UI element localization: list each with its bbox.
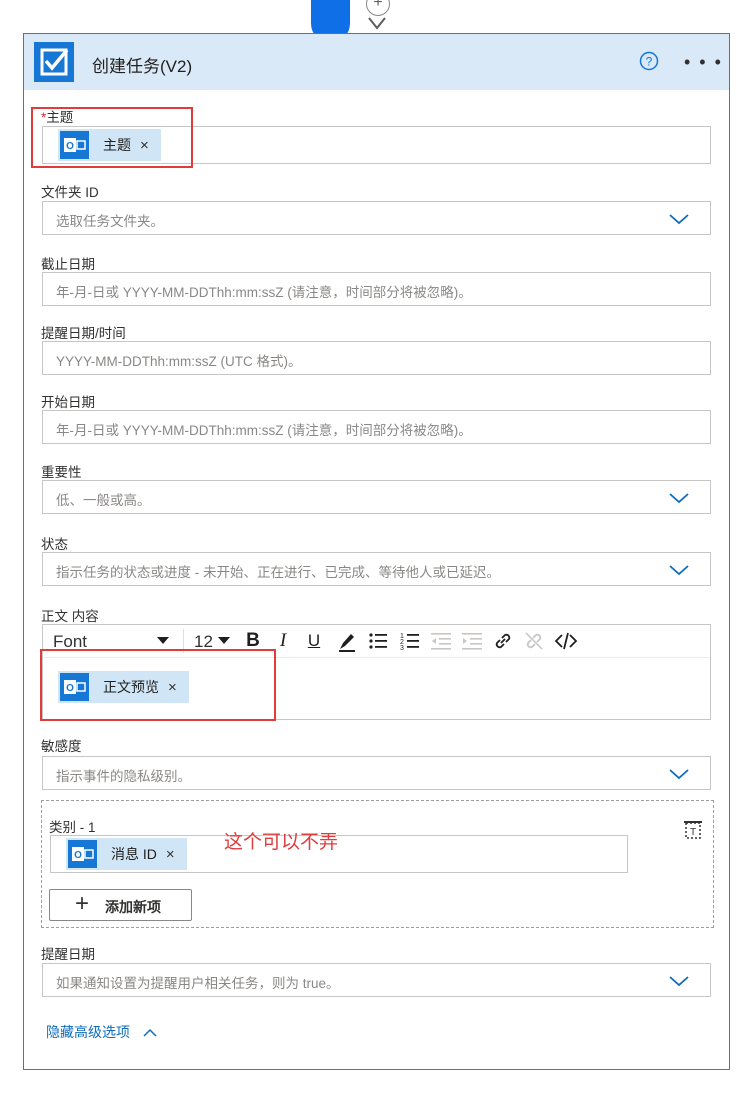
start-date-placeholder: 年-月-日或 YYYY-MM-DDThh:mm:ssZ (请注意，时间部分将被忽… bbox=[56, 423, 472, 438]
due-date-label: 截止日期 bbox=[41, 257, 95, 272]
outlook-icon: O bbox=[68, 840, 97, 868]
plus-icon: + bbox=[75, 890, 90, 917]
unlink-icon[interactable] bbox=[522, 629, 546, 653]
chevron-down-icon[interactable] bbox=[668, 491, 690, 505]
sensitivity-placeholder: 指示事件的隐私级别。 bbox=[56, 769, 191, 784]
token-label: 消息 ID bbox=[111, 846, 157, 862]
chevron-down-icon[interactable] bbox=[668, 212, 690, 226]
due-date-field[interactable]: 年-月-日或 YYYY-MM-DDThh:mm:ssZ (请注意，时间部分将被忽… bbox=[42, 272, 711, 306]
code-view-icon[interactable] bbox=[554, 629, 578, 653]
numbered-list-icon[interactable]: 123 bbox=[398, 629, 422, 653]
add-new-item-label: 添加新项 bbox=[105, 899, 161, 915]
indent-icon[interactable] bbox=[460, 629, 484, 653]
size-caret-icon[interactable] bbox=[218, 637, 230, 644]
reminder-field[interactable]: 如果通知设置为提醒用户相关任务，则为 true。 bbox=[42, 963, 711, 997]
importance-placeholder: 低、一般或高。 bbox=[56, 493, 151, 508]
reminder-label: 提醒日期 bbox=[41, 947, 95, 962]
bullet-list-icon[interactable] bbox=[366, 629, 390, 653]
svg-text:O: O bbox=[74, 850, 82, 861]
help-icon[interactable]: ? bbox=[639, 51, 659, 71]
due-date-placeholder: 年-月-日或 YYYY-MM-DDThh:mm:ssZ (请注意，时间部分将被忽… bbox=[56, 285, 472, 300]
highlight-pen-icon[interactable] bbox=[335, 629, 359, 653]
create-task-card: 创建任务(V2) ? • • • *主题 O 主题 × 文件夹 ID 选取任务文… bbox=[23, 33, 730, 1070]
reminder-datetime-field[interactable]: YYYY-MM-DDThh:mm:ssZ (UTC 格式)。 bbox=[42, 341, 711, 375]
outdent-icon[interactable] bbox=[429, 629, 453, 653]
reminder-datetime-label: 提醒日期/时间 bbox=[41, 326, 126, 341]
importance-label: 重要性 bbox=[41, 465, 82, 480]
start-date-field[interactable]: 年-月-日或 YYYY-MM-DDThh:mm:ssZ (请注意，时间部分将被忽… bbox=[42, 410, 711, 444]
arrow-down-icon bbox=[368, 17, 386, 30]
underline-icon[interactable]: U bbox=[302, 629, 326, 653]
remove-token-icon[interactable]: × bbox=[166, 846, 175, 863]
category-token[interactable]: O 消息 ID × bbox=[66, 838, 187, 870]
sensitivity-field[interactable]: 指示事件的隐私级别。 bbox=[42, 756, 711, 790]
status-placeholder: 指示任务的状态或进度 - 未开始、正在进行、已完成、等待他人或已延迟。 bbox=[56, 565, 500, 580]
body-label: 正文 内容 bbox=[41, 609, 99, 624]
reminder-datetime-placeholder: YYYY-MM-DDThh:mm:ssZ (UTC 格式)。 bbox=[56, 354, 302, 369]
svg-text:?: ? bbox=[646, 55, 653, 69]
chevron-down-icon[interactable] bbox=[668, 563, 690, 577]
folder-field[interactable]: 选取任务文件夹。 bbox=[42, 201, 711, 235]
folder-placeholder: 选取任务文件夹。 bbox=[56, 214, 164, 229]
link-icon[interactable] bbox=[491, 629, 515, 653]
status-label: 状态 bbox=[41, 537, 68, 552]
hide-advanced-options-link[interactable]: 隐藏高级选项 bbox=[46, 1022, 158, 1042]
categories-field[interactable]: O 消息 ID × bbox=[50, 835, 628, 873]
highlight-box bbox=[40, 649, 276, 721]
add-new-item-button[interactable]: + 添加新项 bbox=[49, 889, 192, 921]
sensitivity-label: 敏感度 bbox=[41, 739, 82, 754]
card-header[interactable]: 创建任务(V2) ? • • • bbox=[24, 34, 729, 90]
categories-group: 类别 - 1 T O 消息 ID × + 添加新项 bbox=[41, 800, 714, 928]
categories-label: 类别 - 1 bbox=[49, 820, 96, 835]
svg-text:3: 3 bbox=[400, 645, 404, 652]
card-title: 创建任务(V2) bbox=[92, 57, 193, 76]
importance-field[interactable]: 低、一般或高。 bbox=[42, 480, 711, 514]
hide-advanced-options-label: 隐藏高级选项 bbox=[46, 1024, 130, 1040]
chevron-down-icon[interactable] bbox=[668, 974, 690, 988]
chevron-down-icon[interactable] bbox=[668, 767, 690, 781]
annotation-text: 这个可以不弄 bbox=[224, 832, 339, 853]
folder-label: 文件夹 ID bbox=[41, 185, 99, 200]
delete-item-icon[interactable]: T bbox=[682, 818, 704, 840]
highlight-box bbox=[31, 107, 193, 168]
reminder-placeholder: 如果通知设置为提醒用户相关任务，则为 true。 bbox=[56, 976, 340, 991]
more-options-icon[interactable]: • • • bbox=[684, 52, 723, 73]
font-caret-icon[interactable] bbox=[157, 637, 169, 644]
chevron-up-icon bbox=[143, 1029, 157, 1037]
svg-text:T: T bbox=[690, 827, 696, 838]
task-checkbox-icon bbox=[34, 42, 74, 82]
start-date-label: 开始日期 bbox=[41, 395, 95, 410]
status-field[interactable]: 指示任务的状态或进度 - 未开始、正在进行、已完成、等待他人或已延迟。 bbox=[42, 552, 711, 586]
